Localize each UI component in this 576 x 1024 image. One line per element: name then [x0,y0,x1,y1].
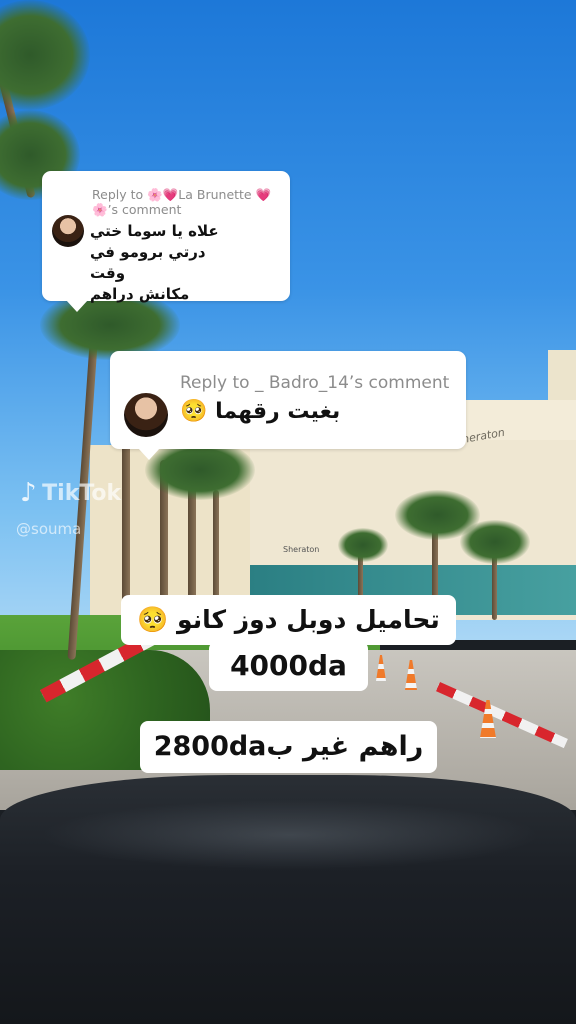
reply-username: La Brunette [178,187,252,202]
comment-text: علاه يا سوما ختي درتي برومو في وقت مكانش… [90,221,240,305]
caption-line-2: 4000da [209,641,368,691]
tiktok-logo-icon: ♪ [20,478,37,508]
caption-line-1: تحاميل دوبل دوز كانو 🥺 [121,595,456,645]
comment-line: درتي برومو في وقت [90,243,206,282]
reply-prefix: Reply to [92,187,144,202]
comment-reply-card-1[interactable]: Reply to 🌸💗La Brunette 💗 🌸’s comment علا… [42,171,290,312]
tiktok-handle: @souma [16,520,82,538]
comment-line: مكانش دراهم [90,285,190,303]
avatar [124,393,168,437]
hotel-sign-ground: Sheraton [283,545,320,554]
comment-line: بغيت رقهما [215,399,341,424]
avatar [52,215,84,247]
reply-suffix: ’s comment [107,202,182,217]
comment-emoji: 🥺 [180,399,208,424]
comment-reply-card-2[interactable]: Reply to _ Badro_14’s comment 🥺 بغيت رقه… [110,351,466,460]
comment-text: 🥺 بغيت رقهما [180,399,340,424]
card-tail [66,300,88,312]
video-frame: Sheraton Sheraton [0,0,576,1024]
tiktok-brand-text: TikTok [42,480,122,506]
reply-header: Reply to _ Badro_14’s comment [180,373,450,393]
reply-emoji: 🌸 [92,202,108,217]
palm-fronds [338,528,388,562]
palm-fronds [460,520,530,564]
card-tail [138,448,160,460]
dashboard-reflection [40,800,540,870]
reply-emoji: 💗 [255,187,272,202]
reply-emoji: 🌸💗 [147,187,179,202]
caption-line-3: راهم غير ب2800da [140,721,437,773]
tiktok-watermark: ♪ TikTok [20,478,121,508]
palm-fronds [145,440,255,500]
comment-line: علاه يا سوما ختي [90,222,219,240]
reply-header: Reply to 🌸💗La Brunette 💗 🌸’s comment [92,187,282,217]
